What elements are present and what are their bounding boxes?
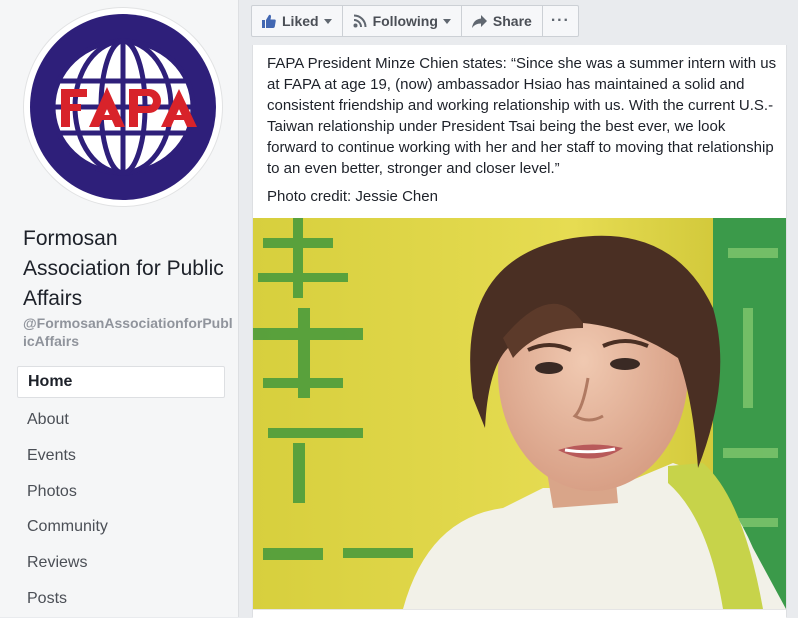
share-label: Share — [492, 13, 532, 29]
rss-icon — [353, 14, 367, 28]
share-button[interactable]: Share — [462, 6, 543, 36]
chevron-down-icon — [323, 18, 332, 24]
nav-item-home[interactable]: Home — [17, 366, 225, 398]
post-body-text: FAPA President Minze Chien states: “Sinc… — [267, 55, 777, 177]
share-arrow-icon — [471, 14, 487, 28]
nav-item-community[interactable]: Community — [17, 509, 225, 545]
nav-item-about[interactable]: About — [17, 402, 225, 438]
more-icon: ··· — [550, 12, 570, 29]
thumbs-up-icon — [262, 14, 276, 28]
photo-credit: Photo credit: Jessie Chen — [267, 188, 438, 205]
following-button[interactable]: Following — [343, 6, 462, 36]
nav-item-reviews[interactable]: Reviews — [17, 545, 225, 581]
portrait-image — [253, 218, 786, 609]
fapa-logo-icon — [30, 14, 216, 200]
nav-item-photos[interactable]: Photos — [17, 474, 225, 510]
post-card: FAPA President Minze Chien states: “Sinc… — [252, 45, 787, 618]
page-sidebar: Formosan Association for Public Affairs … — [0, 0, 239, 617]
liked-button[interactable]: Liked — [252, 6, 343, 36]
page-profile-picture[interactable] — [24, 8, 222, 206]
more-options-button[interactable]: ··· — [543, 6, 578, 36]
page-action-bar: Liked Following Share ··· — [251, 5, 579, 37]
page-nav: Home About Events Photos Community Revie… — [17, 366, 225, 617]
post-photo[interactable] — [253, 218, 786, 609]
chevron-down-icon — [442, 18, 451, 24]
liked-label: Liked — [282, 13, 319, 29]
page-username[interactable]: @FormosanAssociationforPublicAffairs — [23, 314, 233, 350]
page-title[interactable]: Formosan Association for Public Affairs — [23, 224, 228, 314]
following-label: Following — [372, 13, 438, 29]
nav-item-posts[interactable]: Posts — [17, 581, 225, 617]
nav-item-events[interactable]: Events — [17, 438, 225, 474]
